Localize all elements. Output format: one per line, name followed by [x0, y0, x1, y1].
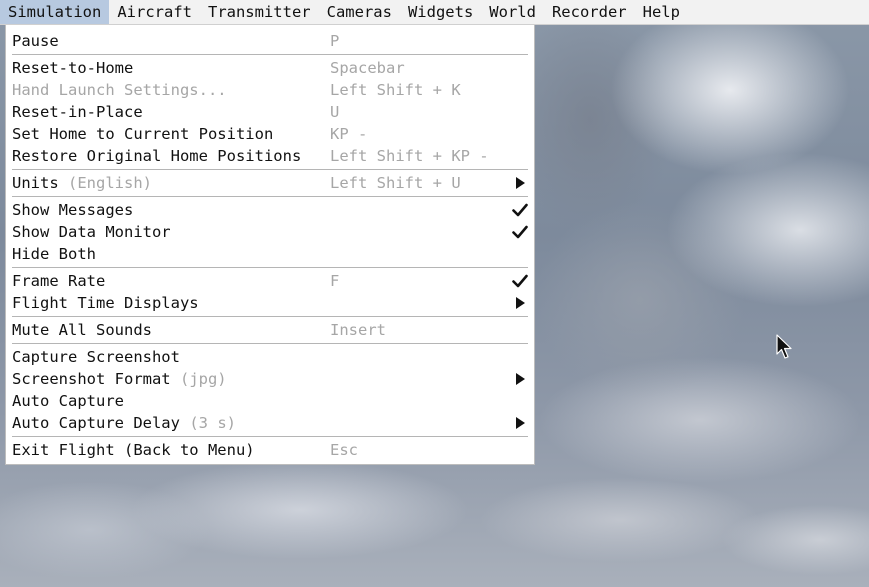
- menu-item-capture-screenshot[interactable]: Capture Screenshot: [6, 346, 534, 368]
- mouse-pointer-icon: [776, 334, 792, 364]
- menu-item-note: (English): [68, 174, 153, 192]
- menu-item-shortcut: Spacebar: [330, 59, 405, 77]
- submenu-arrow-icon: [512, 292, 528, 314]
- check-icon: [512, 221, 528, 243]
- menu-item-show-data-monitor[interactable]: Show Data Monitor: [6, 221, 534, 243]
- menu-item-units[interactable]: Units (English) Left Shift + U: [6, 172, 534, 194]
- menu-item-label: Reset-to-Home: [12, 59, 134, 77]
- menu-widgets[interactable]: Widgets: [400, 0, 481, 24]
- menu-item-label: Set Home to Current Position: [12, 125, 274, 143]
- menu-item-shortcut: Left Shift + K: [330, 81, 461, 99]
- menu-item-label: Units: [12, 174, 59, 192]
- menu-item-auto-capture-delay[interactable]: Auto Capture Delay (3 s): [6, 412, 534, 434]
- menu-separator: [12, 54, 528, 55]
- menu-item-label: Mute All Sounds: [12, 321, 152, 339]
- menu-separator: [12, 196, 528, 197]
- menu-item-screenshot-format[interactable]: Screenshot Format (jpg): [6, 368, 534, 390]
- menu-item-mute-all-sounds[interactable]: Mute All Sounds Insert: [6, 319, 534, 341]
- menu-item-hide-both[interactable]: Hide Both: [6, 243, 534, 265]
- menu-item-note: (3 s): [189, 414, 236, 432]
- menu-item-label: Capture Screenshot: [12, 348, 180, 366]
- menu-item-reset-in-place[interactable]: Reset-in-Place U: [6, 101, 534, 123]
- submenu-arrow-icon: [512, 172, 528, 194]
- submenu-arrow-icon: [512, 412, 528, 434]
- menu-item-hand-launch-settings: Hand Launch Settings... Left Shift + K: [6, 79, 534, 101]
- check-icon: [512, 199, 528, 221]
- menu-aircraft[interactable]: Aircraft: [109, 0, 200, 24]
- menu-separator: [12, 343, 528, 344]
- menu-item-label: Screenshot Format: [12, 370, 171, 388]
- menu-item-shortcut: F: [330, 272, 340, 290]
- menu-item-reset-to-home[interactable]: Reset-to-Home Spacebar: [6, 57, 534, 79]
- menu-separator: [12, 267, 528, 268]
- menu-item-frame-rate[interactable]: Frame Rate F: [6, 270, 534, 292]
- menu-item-show-messages[interactable]: Show Messages: [6, 199, 534, 221]
- menu-item-pause[interactable]: Pause P: [6, 30, 534, 52]
- menu-item-label: Restore Original Home Positions: [12, 147, 302, 165]
- menu-item-label: Show Data Monitor: [12, 223, 171, 241]
- menu-cameras[interactable]: Cameras: [319, 0, 400, 24]
- menu-item-label: Hide Both: [12, 245, 96, 263]
- menu-item-label: Exit Flight (Back to Menu): [12, 441, 255, 459]
- menu-item-label: Auto Capture: [12, 392, 124, 410]
- menu-item-shortcut: Insert: [330, 321, 386, 339]
- menu-world[interactable]: World: [481, 0, 544, 24]
- menu-item-label: Pause: [12, 32, 59, 50]
- menu-item-shortcut: Esc: [330, 441, 358, 459]
- menu-simulation[interactable]: Simulation: [0, 0, 110, 24]
- submenu-arrow-icon: [512, 368, 528, 390]
- menu-item-label: Flight Time Displays: [12, 294, 199, 312]
- menu-recorder[interactable]: Recorder: [544, 0, 635, 24]
- menu-item-auto-capture[interactable]: Auto Capture: [6, 390, 534, 412]
- simulation-dropdown-menu: Pause P Reset-to-Home Spacebar Hand Laun…: [5, 25, 535, 465]
- menu-item-shortcut: KP -: [330, 125, 368, 143]
- menu-item-flight-time-displays[interactable]: Flight Time Displays: [6, 292, 534, 314]
- menu-item-restore-home[interactable]: Restore Original Home Positions Left Shi…: [6, 145, 534, 167]
- menu-item-label: Reset-in-Place: [12, 103, 143, 121]
- menu-item-label: Hand Launch Settings...: [12, 81, 227, 99]
- menu-transmitter[interactable]: Transmitter: [200, 0, 319, 24]
- menu-separator: [12, 436, 528, 437]
- menu-help[interactable]: Help: [635, 0, 688, 24]
- menu-item-shortcut: Left Shift + KP -: [330, 147, 489, 165]
- menu-item-label: Frame Rate: [12, 272, 106, 290]
- menu-item-shortcut: U: [330, 103, 340, 121]
- menu-separator: [12, 316, 528, 317]
- menu-item-shortcut: Left Shift + U: [330, 174, 461, 192]
- menu-item-note: (jpg): [179, 370, 227, 388]
- menu-bar: Simulation Aircraft Transmitter Cameras …: [0, 0, 869, 25]
- check-icon: [512, 270, 528, 292]
- menu-item-exit-flight[interactable]: Exit Flight (Back to Menu) Esc: [6, 439, 534, 461]
- menu-separator: [12, 169, 528, 170]
- menu-item-set-home[interactable]: Set Home to Current Position KP -: [6, 123, 534, 145]
- menu-item-label: Auto Capture Delay: [12, 414, 180, 432]
- menu-item-label: Show Messages: [12, 201, 134, 219]
- menu-item-shortcut: P: [330, 32, 340, 50]
